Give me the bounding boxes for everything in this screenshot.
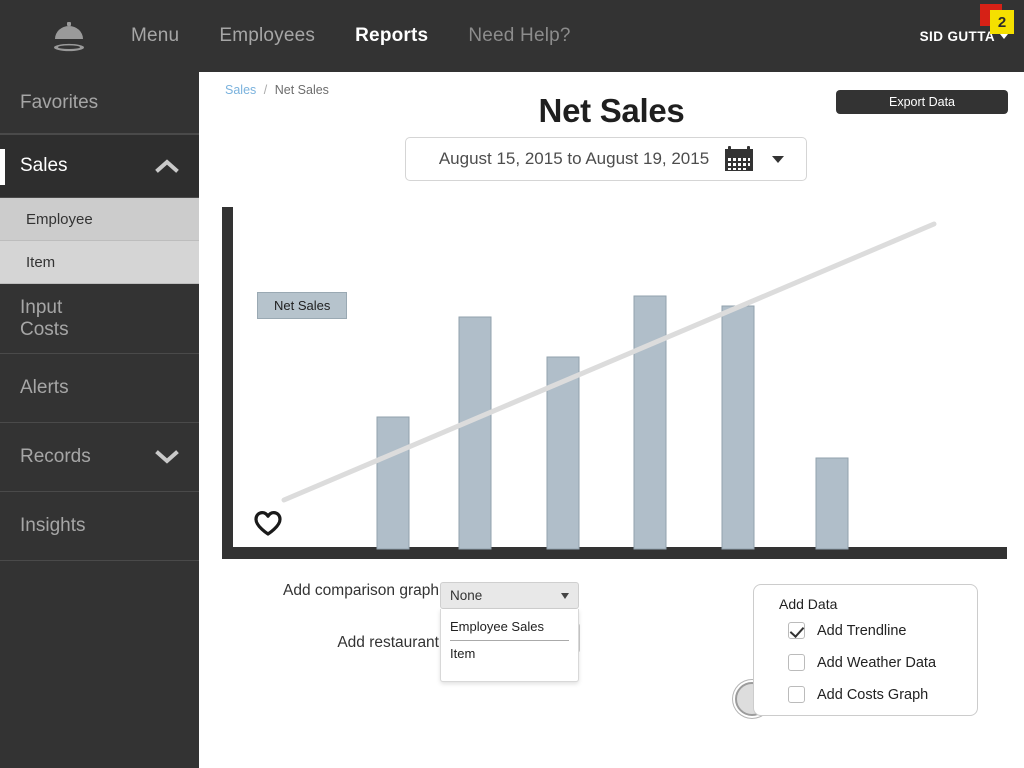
sidebar-item-employee[interactable]: Employee (0, 198, 199, 241)
notification-badge[interactable]: 2 (990, 10, 1014, 34)
active-indicator (0, 149, 5, 185)
sidebar-subitem-label: Employee (26, 210, 93, 228)
add-restaurant-label: Add restaurant (337, 634, 439, 651)
option-item[interactable]: Item (441, 641, 578, 667)
comparison-graph-label: Add comparison graph (283, 582, 439, 599)
comparison-graph-selected-value: None (450, 588, 483, 603)
sidebar-item-label: Alerts (20, 377, 69, 399)
export-data-button[interactable]: Export Data (836, 90, 1008, 114)
checkbox-add-costs-graph[interactable]: Add Costs Graph (788, 686, 928, 703)
nav-link-need-help[interactable]: Need Help? (468, 25, 570, 47)
y-axis (222, 207, 233, 553)
sidebar-item-label: Insights (20, 515, 86, 537)
primary-nav-links: Menu Employees Reports Need Help? (131, 0, 611, 72)
checkbox-label: Add Trendline (817, 622, 907, 639)
sidebar-item-insights[interactable]: Insights (0, 492, 199, 561)
chevron-up-icon[interactable] (155, 159, 179, 173)
checkbox-label: Add Costs Graph (817, 686, 929, 703)
sidebar-item-input-costs[interactable]: Input Costs (0, 284, 199, 354)
nav-link-menu[interactable]: Menu (131, 25, 179, 47)
sidebar-item-records[interactable]: Records (0, 423, 199, 492)
chevron-down-icon (561, 592, 569, 599)
sidebar-item-item[interactable]: Item (0, 241, 199, 284)
chevron-down-icon[interactable] (155, 450, 179, 464)
sidebar-item-label: Records (20, 446, 91, 468)
sidebar-subitem-label: Item (26, 253, 56, 271)
top-navigation-bar: Menu Employees Reports Need Help? SID GU… (0, 0, 1024, 72)
sidebar-item-label: Favorites (20, 91, 99, 113)
bar (458, 316, 492, 550)
chevron-down-icon (1000, 33, 1008, 39)
checkbox-add-trendline[interactable]: Add Trendline (788, 622, 906, 639)
checkbox-add-weather-data[interactable]: Add Weather Data (788, 654, 936, 671)
bar (815, 457, 849, 550)
chevron-down-icon[interactable] (772, 155, 784, 163)
date-range-picker[interactable]: August 15, 2015 to August 19, 2015 (405, 137, 807, 181)
net-sales-chart: Net Sales (222, 207, 1007, 632)
nav-link-employees[interactable]: Employees (219, 25, 315, 47)
bar (376, 416, 410, 550)
checkbox-unchecked-icon[interactable] (788, 654, 805, 671)
plot-area (233, 207, 1007, 551)
calendar-icon[interactable] (724, 145, 754, 173)
nav-link-reports[interactable]: Reports (355, 25, 428, 47)
sidebar-item-alerts[interactable]: Alerts (0, 354, 199, 423)
sidebar-item-label: Sales (20, 155, 68, 177)
comparison-graph-options-menu: Employee Sales Item (440, 609, 579, 682)
bar (721, 305, 755, 550)
user-name-label: SID GUTTA (919, 28, 995, 44)
sidebar: Favorites Sales Employee Item Input Cost… (0, 72, 199, 768)
add-data-title: Add Data (779, 596, 838, 612)
date-range-value: August 15, 2015 to August 19, 2015 (438, 149, 710, 168)
x-axis (222, 547, 1007, 559)
bar (633, 295, 667, 550)
main-content: Sales / Net Sales Net Sales Export Data … (199, 72, 1024, 768)
sidebar-item-label: Input Costs (20, 297, 69, 340)
chart-svg (222, 207, 1007, 559)
checkbox-label: Add Weather Data (817, 654, 937, 671)
option-employee-sales[interactable]: Employee Sales (450, 614, 569, 641)
comparison-graph-select[interactable]: None (440, 582, 579, 609)
sidebar-item-favorites[interactable]: Favorites (0, 72, 199, 134)
sidebar-item-sales[interactable]: Sales (0, 134, 199, 198)
chart-legend-net-sales[interactable]: Net Sales (257, 292, 348, 319)
app-root: Menu Employees Reports Need Help? SID GU… (0, 0, 1024, 768)
add-data-panel: Add Data Add Trendline Add Weather Data … (753, 584, 978, 716)
cloche-logo-icon[interactable] (52, 22, 86, 52)
checkbox-checked-icon[interactable] (788, 622, 805, 639)
checkbox-unchecked-icon[interactable] (788, 686, 805, 703)
